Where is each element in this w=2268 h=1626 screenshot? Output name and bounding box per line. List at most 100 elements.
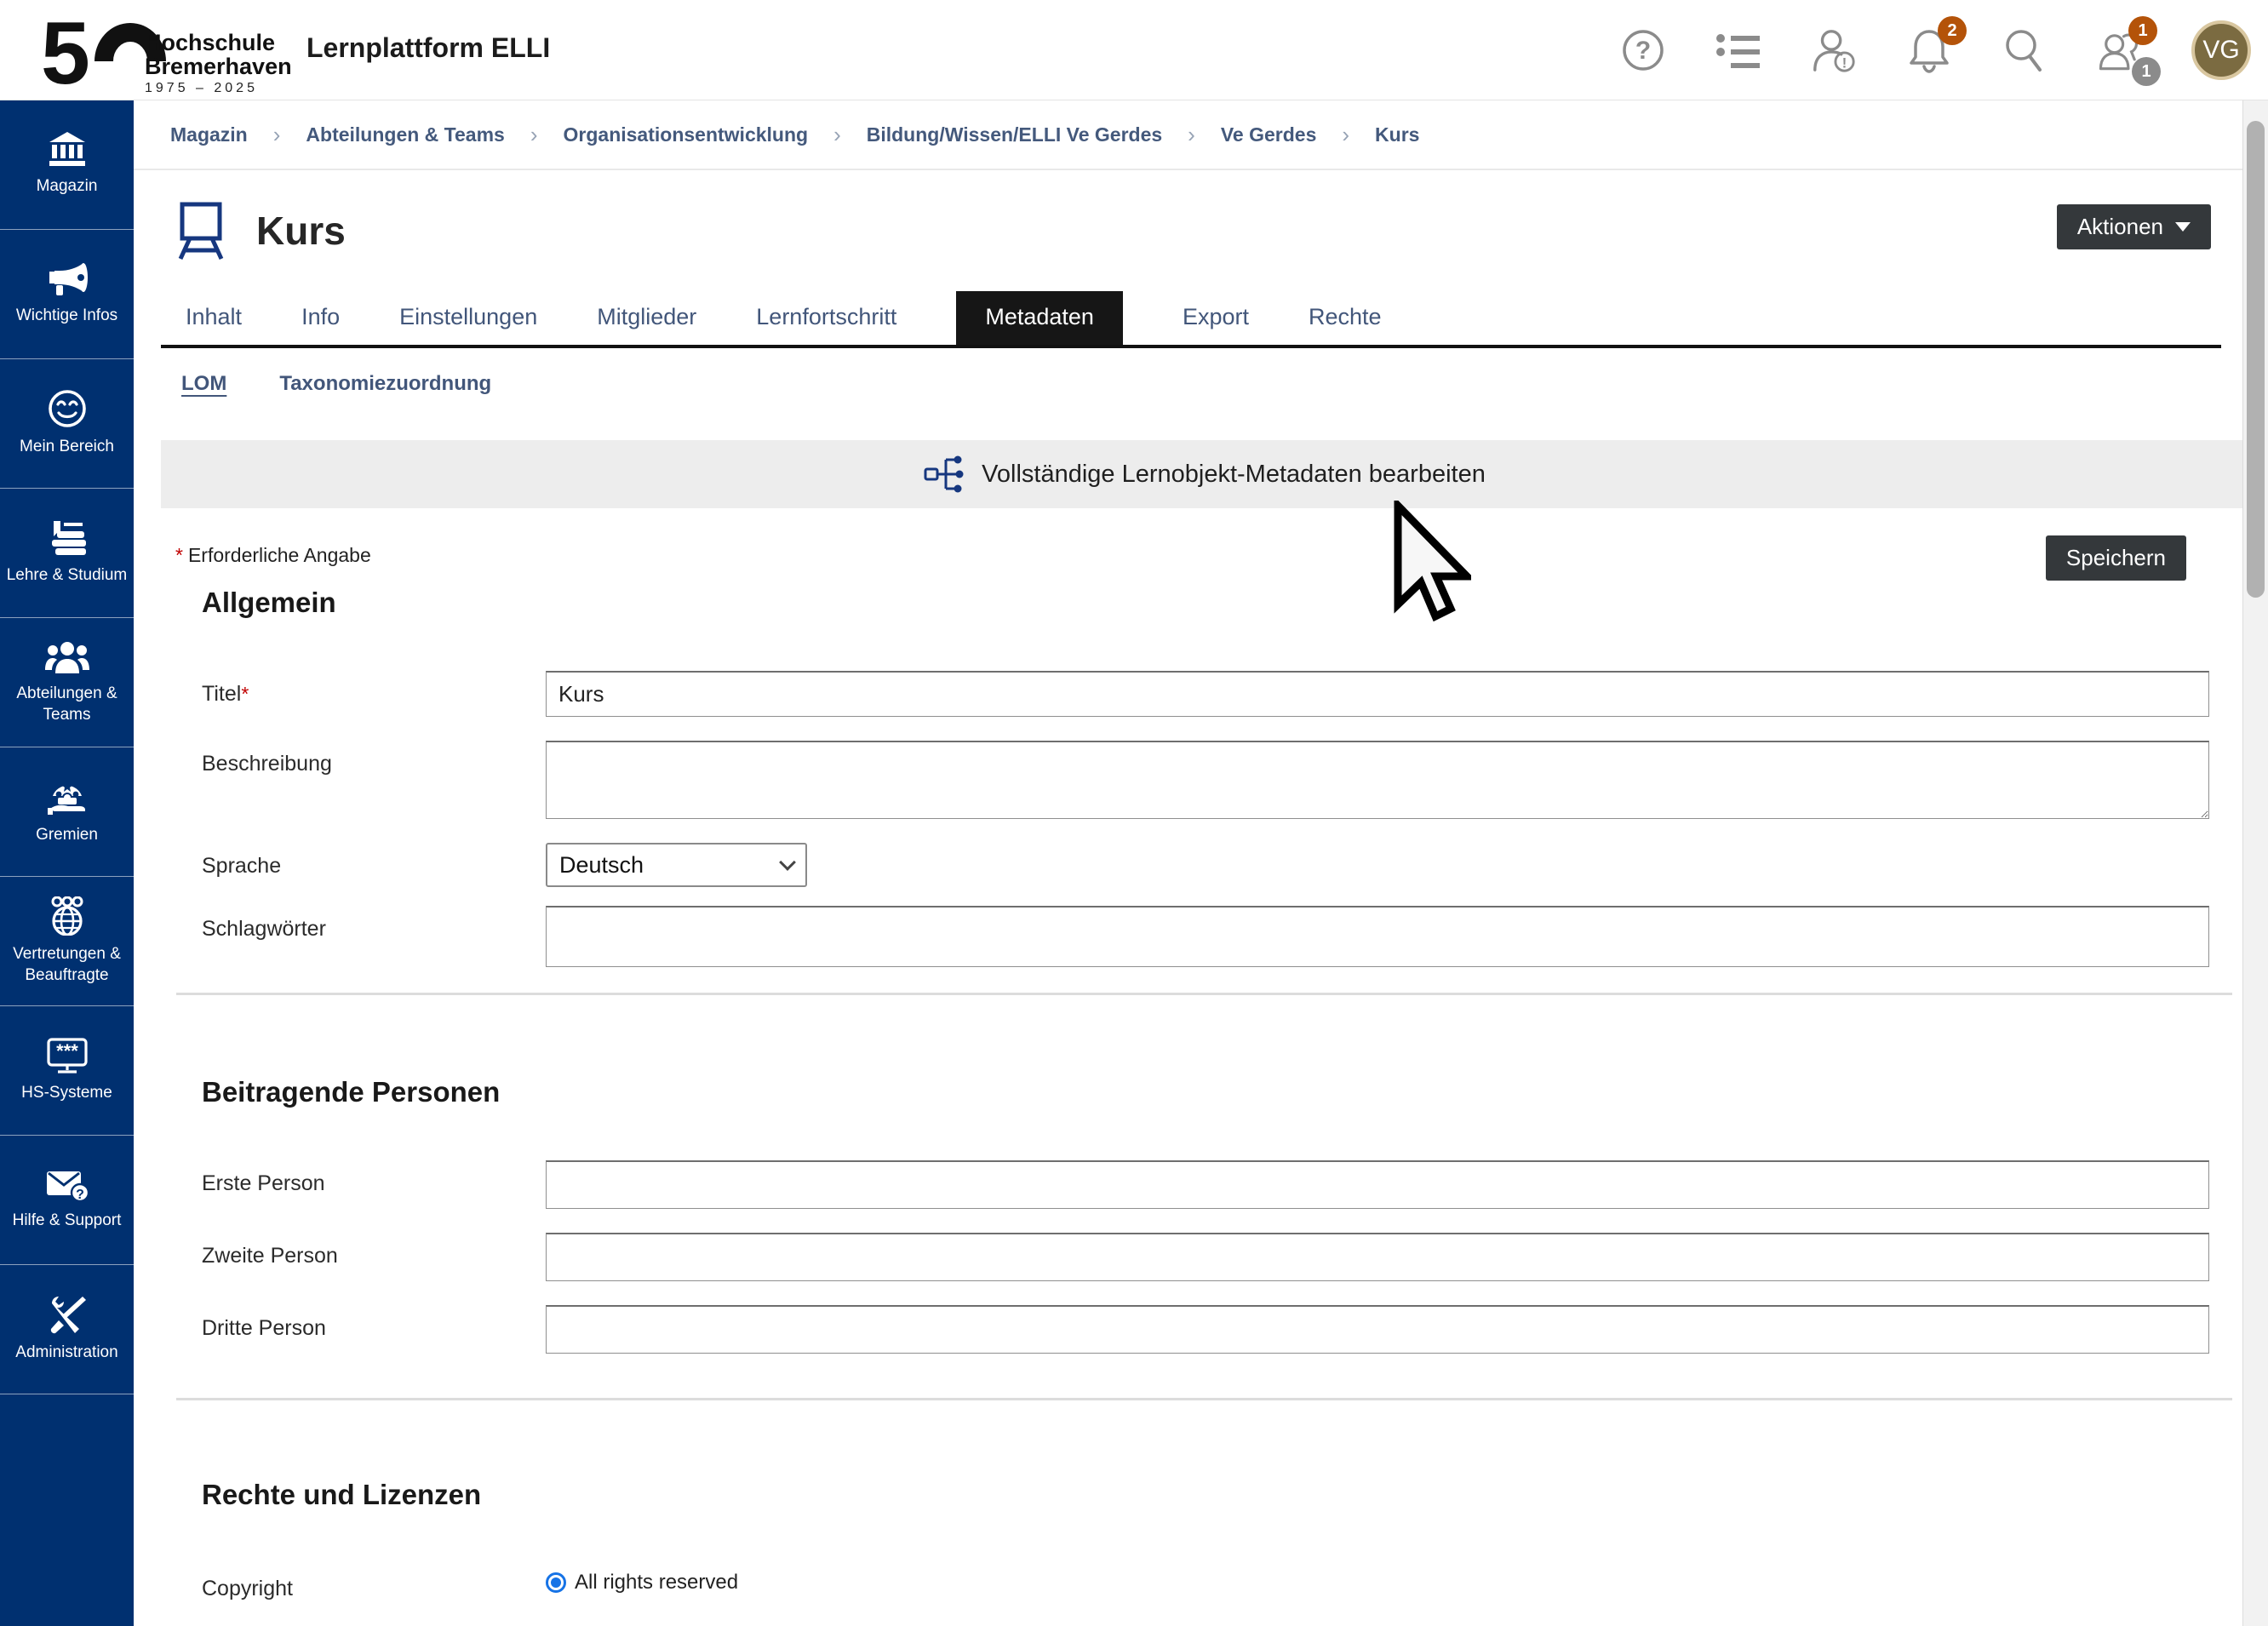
page-title: Kurs xyxy=(256,208,346,254)
sidebar-item-label: Magazin xyxy=(37,176,98,198)
sidebar-item-label: Wichtige Infos xyxy=(16,306,117,327)
top-header: 5 Hochschule Bremerhaven 1975 – 2025 Ler… xyxy=(0,0,2268,100)
sidebar-item-mein-bereich[interactable]: Mein Bereich xyxy=(0,359,134,489)
chevron-right-icon: › xyxy=(833,122,841,148)
help-icon[interactable]: ? xyxy=(1619,26,1667,74)
sidebar-item-label: HS-Systeme xyxy=(21,1083,112,1104)
beschreibung-textarea[interactable] xyxy=(546,741,2209,819)
caret-down-icon xyxy=(2175,222,2191,232)
contacts-badge-new: 1 xyxy=(2128,16,2157,45)
megaphone-icon xyxy=(46,261,89,297)
svg-text:!: ! xyxy=(1842,55,1847,71)
required-note: *Erforderliche Angabe xyxy=(175,544,371,567)
committee-icon xyxy=(46,777,89,816)
tools-icon xyxy=(47,1295,88,1334)
sprache-label: Sprache xyxy=(161,843,546,879)
sidebar-item-administration[interactable]: Administration xyxy=(0,1265,134,1394)
sidebar-item-label: Administration xyxy=(15,1343,117,1364)
sidebar-item-label: Lehre & Studium xyxy=(7,565,128,587)
required-asterisk: * xyxy=(241,683,249,705)
main-sidebar: Magazin Wichtige Infos Mein Bereich Lehr… xyxy=(0,100,134,1626)
edit-full-metadata-label: Vollständige Lernobjekt-Metadaten bearbe… xyxy=(982,461,1486,489)
copyright-radio[interactable] xyxy=(546,1572,566,1593)
chevron-right-icon: › xyxy=(1342,122,1349,148)
hochschule-bremerhaven-logo[interactable]: 5 Hochschule Bremerhaven 1975 – 2025 xyxy=(41,9,296,94)
sidebar-item-lehre-studium[interactable]: Lehre & Studium xyxy=(0,489,134,618)
breadcrumb-item[interactable]: Organisationsentwicklung xyxy=(564,123,809,146)
svg-text:***: *** xyxy=(56,1040,78,1062)
sidebar-item-abteilungen-teams[interactable]: Abteilungen & Teams xyxy=(0,618,134,747)
search-icon[interactable] xyxy=(2001,26,2048,74)
smiley-icon xyxy=(48,389,87,428)
chevron-down-icon xyxy=(779,854,796,871)
beschreibung-label: Beschreibung xyxy=(161,741,546,776)
chevron-right-icon: › xyxy=(530,122,538,148)
sidebar-item-label: Vertretungen & Beauftragte xyxy=(3,944,130,986)
subtab-lom[interactable]: LOM xyxy=(181,372,226,396)
sidebar-item-label: Mein Bereich xyxy=(20,437,114,458)
section-heading-allgemein: Allgemein xyxy=(202,587,2221,624)
breadcrumb-item[interactable]: Kurs xyxy=(1375,123,1419,146)
sidebar-item-magazin[interactable]: Magazin xyxy=(0,100,134,230)
bank-icon xyxy=(48,132,87,168)
dritte-person-input[interactable] xyxy=(546,1305,2209,1354)
tab-metadaten[interactable]: Metadaten xyxy=(956,291,1123,345)
books-icon xyxy=(47,519,88,557)
tab-bar: Inhalt Info Einstellungen Mitglieder Ler… xyxy=(161,291,2221,348)
subtab-bar: LOM Taxonomiezuordnung xyxy=(161,372,2221,396)
svg-text:?: ? xyxy=(76,1188,84,1202)
sprache-selected-value: Deutsch xyxy=(559,852,644,879)
breadcrumb: Magazin › Abteilungen & Teams › Organisa… xyxy=(134,100,2242,170)
user-alert-icon[interactable]: ! xyxy=(1810,26,1858,74)
erste-person-label: Erste Person xyxy=(161,1160,546,1196)
schlagwoerter-input[interactable] xyxy=(546,906,2209,967)
section-heading-rechte: Rechte und Lizenzen xyxy=(202,1479,2221,1516)
edit-full-metadata-link[interactable]: Vollständige Lernobjekt-Metadaten bearbe… xyxy=(161,440,2248,508)
tab-inhalt[interactable]: Inhalt xyxy=(186,291,242,345)
sprache-select[interactable]: Deutsch xyxy=(546,843,807,887)
sidebar-item-hilfe-support[interactable]: ? Hilfe & Support xyxy=(0,1136,134,1265)
subtab-taxonomiezuordnung[interactable]: Taxonomiezuordnung xyxy=(279,372,491,396)
tab-einstellungen[interactable]: Einstellungen xyxy=(399,291,537,345)
zweite-person-input[interactable] xyxy=(546,1233,2209,1281)
breadcrumb-item[interactable]: Magazin xyxy=(170,123,248,146)
tab-lernfortschritt[interactable]: Lernfortschritt xyxy=(756,291,896,345)
contacts-icon[interactable]: 1 1 xyxy=(2096,26,2144,74)
vertical-scrollbar[interactable] xyxy=(2242,100,2268,1626)
tab-export[interactable]: Export xyxy=(1183,291,1249,345)
save-button[interactable]: Speichern xyxy=(2046,535,2186,581)
chevron-right-icon: › xyxy=(1188,122,1195,148)
tab-rechte[interactable]: Rechte xyxy=(1309,291,1382,345)
breadcrumb-item[interactable]: Bildung/Wissen/ELLI Ve Gerdes xyxy=(867,123,1162,146)
avatar[interactable]: VG xyxy=(2191,20,2251,80)
sidebar-item-wichtige-infos[interactable]: Wichtige Infos xyxy=(0,230,134,359)
titel-input[interactable] xyxy=(546,671,2209,717)
breadcrumb-item[interactable]: Ve Gerdes xyxy=(1221,123,1317,146)
scrollbar-thumb[interactable] xyxy=(2247,121,2265,598)
sidebar-item-label: Gremien xyxy=(36,825,98,846)
svg-text:?: ? xyxy=(1635,37,1651,65)
contacts-badge-total: 1 xyxy=(2132,57,2161,86)
tab-info[interactable]: Info xyxy=(301,291,340,345)
erste-person-input[interactable] xyxy=(546,1160,2209,1209)
list-icon[interactable] xyxy=(1715,26,1762,74)
schlagwoerter-label: Schlagwörter xyxy=(161,906,546,942)
copyright-label: Copyright xyxy=(161,1566,546,1601)
dritte-person-label: Dritte Person xyxy=(161,1305,546,1341)
bell-badge: 2 xyxy=(1938,16,1967,45)
copyright-radio-label: All rights reserved xyxy=(575,1571,738,1595)
globe-people-icon xyxy=(46,896,89,936)
course-easel-icon xyxy=(175,201,227,261)
tab-mitglieder[interactable]: Mitglieder xyxy=(597,291,696,345)
chevron-right-icon: › xyxy=(273,122,281,148)
sidebar-item-vertretungen[interactable]: Vertretungen & Beauftragte xyxy=(0,877,134,1006)
sidebar-item-hs-systeme[interactable]: *** HS-Systeme xyxy=(0,1006,134,1136)
bell-icon[interactable]: 2 xyxy=(1905,26,1953,74)
sidebar-item-gremien[interactable]: Gremien xyxy=(0,747,134,877)
sidebar-item-label: Abteilungen & Teams xyxy=(3,684,130,725)
section-divider xyxy=(176,1398,2232,1400)
people-group-icon xyxy=(45,639,89,675)
breadcrumb-item[interactable]: Abteilungen & Teams xyxy=(306,123,504,146)
logo-line1: Hochschule xyxy=(145,31,292,54)
actions-button[interactable]: Aktionen xyxy=(2057,204,2211,249)
